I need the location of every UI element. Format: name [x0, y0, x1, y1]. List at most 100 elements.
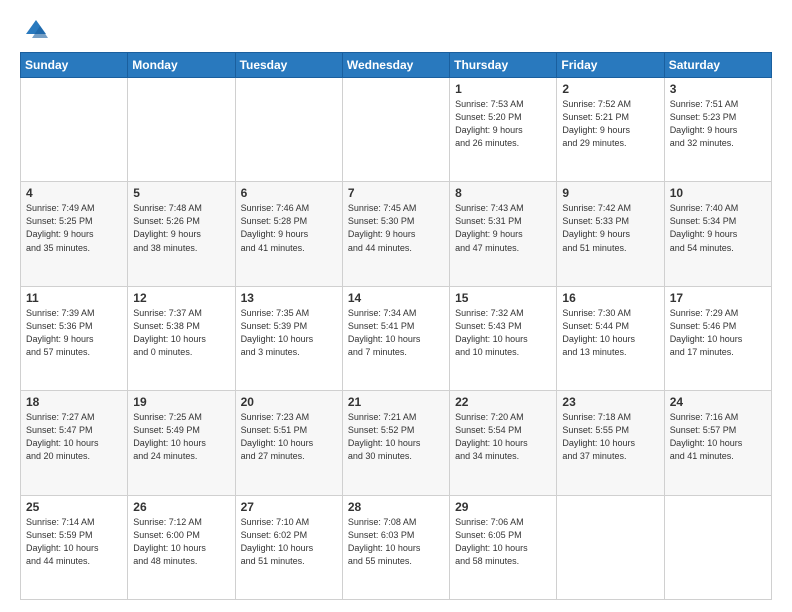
day-number: 18 — [26, 395, 122, 409]
day-number: 16 — [562, 291, 658, 305]
calendar-cell: 28 Sunrise: 7:08 AM Sunset: 6:03 PM Dayli… — [342, 495, 449, 599]
day-number: 26 — [133, 500, 229, 514]
week-row-3: 11 Sunrise: 7:39 AM Sunset: 5:36 PM Dayli… — [21, 286, 772, 390]
week-row-1: 1 Sunrise: 7:53 AM Sunset: 5:20 PM Daylig… — [21, 78, 772, 182]
day-info: Sunrise: 7:29 AM Sunset: 5:46 PM Dayligh… — [670, 307, 766, 359]
day-info: Sunrise: 7:53 AM Sunset: 5:20 PM Dayligh… — [455, 98, 551, 150]
day-info: Sunrise: 7:16 AM Sunset: 5:57 PM Dayligh… — [670, 411, 766, 463]
day-info: Sunrise: 7:08 AM Sunset: 6:03 PM Dayligh… — [348, 516, 444, 568]
col-header-wednesday: Wednesday — [342, 53, 449, 78]
day-info: Sunrise: 7:48 AM Sunset: 5:26 PM Dayligh… — [133, 202, 229, 254]
calendar-cell — [664, 495, 771, 599]
calendar-cell: 26 Sunrise: 7:12 AM Sunset: 6:00 PM Dayli… — [128, 495, 235, 599]
day-number: 19 — [133, 395, 229, 409]
day-info: Sunrise: 7:45 AM Sunset: 5:30 PM Dayligh… — [348, 202, 444, 254]
day-info: Sunrise: 7:51 AM Sunset: 5:23 PM Dayligh… — [670, 98, 766, 150]
week-row-2: 4 Sunrise: 7:49 AM Sunset: 5:25 PM Daylig… — [21, 182, 772, 286]
col-header-sunday: Sunday — [21, 53, 128, 78]
calendar-cell: 13 Sunrise: 7:35 AM Sunset: 5:39 PM Dayli… — [235, 286, 342, 390]
day-info: Sunrise: 7:35 AM Sunset: 5:39 PM Dayligh… — [241, 307, 337, 359]
day-number: 10 — [670, 186, 766, 200]
page: SundayMondayTuesdayWednesdayThursdayFrid… — [0, 0, 792, 612]
day-info: Sunrise: 7:27 AM Sunset: 5:47 PM Dayligh… — [26, 411, 122, 463]
day-number: 15 — [455, 291, 551, 305]
day-number: 25 — [26, 500, 122, 514]
calendar-cell: 8 Sunrise: 7:43 AM Sunset: 5:31 PM Daylig… — [450, 182, 557, 286]
day-info: Sunrise: 7:10 AM Sunset: 6:02 PM Dayligh… — [241, 516, 337, 568]
day-info: Sunrise: 7:12 AM Sunset: 6:00 PM Dayligh… — [133, 516, 229, 568]
calendar-cell: 2 Sunrise: 7:52 AM Sunset: 5:21 PM Daylig… — [557, 78, 664, 182]
calendar-cell: 25 Sunrise: 7:14 AM Sunset: 5:59 PM Dayli… — [21, 495, 128, 599]
logo — [20, 16, 52, 44]
calendar-cell: 21Sunrise: 7:21 AM Sunset: 5:52 PM Dayli… — [342, 391, 449, 495]
header-row: SundayMondayTuesdayWednesdayThursdayFrid… — [21, 53, 772, 78]
day-info: Sunrise: 7:25 AM Sunset: 5:49 PM Dayligh… — [133, 411, 229, 463]
day-number: 4 — [26, 186, 122, 200]
calendar-cell: 16 Sunrise: 7:30 AM Sunset: 5:44 PM Dayli… — [557, 286, 664, 390]
header — [20, 16, 772, 44]
day-number: 28 — [348, 500, 444, 514]
calendar-cell: 17Sunrise: 7:29 AM Sunset: 5:46 PM Dayli… — [664, 286, 771, 390]
calendar-cell: 15 Sunrise: 7:32 AM Sunset: 5:43 PM Dayli… — [450, 286, 557, 390]
day-number: 23 — [562, 395, 658, 409]
day-info: Sunrise: 7:06 AM Sunset: 6:05 PM Dayligh… — [455, 516, 551, 568]
calendar-cell: 12Sunrise: 7:37 AM Sunset: 5:38 PM Dayli… — [128, 286, 235, 390]
day-number: 1 — [455, 82, 551, 96]
day-info: Sunrise: 7:32 AM Sunset: 5:43 PM Dayligh… — [455, 307, 551, 359]
day-number: 9 — [562, 186, 658, 200]
col-header-monday: Monday — [128, 53, 235, 78]
calendar-cell — [128, 78, 235, 182]
day-number: 14 — [348, 291, 444, 305]
calendar-cell: 19 Sunrise: 7:25 AM Sunset: 5:49 PM Dayli… — [128, 391, 235, 495]
calendar-table: SundayMondayTuesdayWednesdayThursdayFrid… — [20, 52, 772, 600]
day-info: Sunrise: 7:39 AM Sunset: 5:36 PM Dayligh… — [26, 307, 122, 359]
day-number: 8 — [455, 186, 551, 200]
calendar-cell: 3 Sunrise: 7:51 AM Sunset: 5:23 PM Daylig… — [664, 78, 771, 182]
calendar-cell — [342, 78, 449, 182]
calendar-cell — [235, 78, 342, 182]
col-header-tuesday: Tuesday — [235, 53, 342, 78]
col-header-friday: Friday — [557, 53, 664, 78]
week-row-4: 18 Sunrise: 7:27 AM Sunset: 5:47 PM Dayli… — [21, 391, 772, 495]
calendar-cell — [557, 495, 664, 599]
day-info: Sunrise: 7:14 AM Sunset: 5:59 PM Dayligh… — [26, 516, 122, 568]
day-info: Sunrise: 7:21 AM Sunset: 5:52 PM Dayligh… — [348, 411, 444, 463]
day-number: 12 — [133, 291, 229, 305]
day-info: Sunrise: 7:30 AM Sunset: 5:44 PM Dayligh… — [562, 307, 658, 359]
calendar-cell: 1 Sunrise: 7:53 AM Sunset: 5:20 PM Daylig… — [450, 78, 557, 182]
week-row-5: 25 Sunrise: 7:14 AM Sunset: 5:59 PM Dayli… — [21, 495, 772, 599]
logo-icon — [20, 16, 48, 44]
day-number: 27 — [241, 500, 337, 514]
calendar-cell: 24Sunrise: 7:16 AM Sunset: 5:57 PM Dayli… — [664, 391, 771, 495]
day-number: 22 — [455, 395, 551, 409]
day-number: 13 — [241, 291, 337, 305]
day-info: Sunrise: 7:20 AM Sunset: 5:54 PM Dayligh… — [455, 411, 551, 463]
calendar-cell: 11 Sunrise: 7:39 AM Sunset: 5:36 PM Dayli… — [21, 286, 128, 390]
calendar-cell: 9 Sunrise: 7:42 AM Sunset: 5:33 PM Daylig… — [557, 182, 664, 286]
day-info: Sunrise: 7:43 AM Sunset: 5:31 PM Dayligh… — [455, 202, 551, 254]
calendar-cell: 27 Sunrise: 7:10 AM Sunset: 6:02 PM Dayli… — [235, 495, 342, 599]
day-number: 6 — [241, 186, 337, 200]
calendar-cell: 23Sunrise: 7:18 AM Sunset: 5:55 PM Dayli… — [557, 391, 664, 495]
day-number: 5 — [133, 186, 229, 200]
day-info: Sunrise: 7:52 AM Sunset: 5:21 PM Dayligh… — [562, 98, 658, 150]
col-header-thursday: Thursday — [450, 53, 557, 78]
calendar-cell: 6 Sunrise: 7:46 AM Sunset: 5:28 PM Daylig… — [235, 182, 342, 286]
day-info: Sunrise: 7:23 AM Sunset: 5:51 PM Dayligh… — [241, 411, 337, 463]
calendar-cell: 22 Sunrise: 7:20 AM Sunset: 5:54 PM Dayli… — [450, 391, 557, 495]
day-number: 7 — [348, 186, 444, 200]
day-info: Sunrise: 7:34 AM Sunset: 5:41 PM Dayligh… — [348, 307, 444, 359]
calendar-cell: 7 Sunrise: 7:45 AM Sunset: 5:30 PM Daylig… — [342, 182, 449, 286]
calendar-cell: 10 Sunrise: 7:40 AM Sunset: 5:34 PM Dayli… — [664, 182, 771, 286]
day-number: 3 — [670, 82, 766, 96]
day-info: Sunrise: 7:46 AM Sunset: 5:28 PM Dayligh… — [241, 202, 337, 254]
day-number: 20 — [241, 395, 337, 409]
day-info: Sunrise: 7:42 AM Sunset: 5:33 PM Dayligh… — [562, 202, 658, 254]
col-header-saturday: Saturday — [664, 53, 771, 78]
day-info: Sunrise: 7:49 AM Sunset: 5:25 PM Dayligh… — [26, 202, 122, 254]
day-number: 29 — [455, 500, 551, 514]
day-number: 11 — [26, 291, 122, 305]
day-info: Sunrise: 7:40 AM Sunset: 5:34 PM Dayligh… — [670, 202, 766, 254]
calendar-cell: 14 Sunrise: 7:34 AM Sunset: 5:41 PM Dayli… — [342, 286, 449, 390]
day-number: 2 — [562, 82, 658, 96]
